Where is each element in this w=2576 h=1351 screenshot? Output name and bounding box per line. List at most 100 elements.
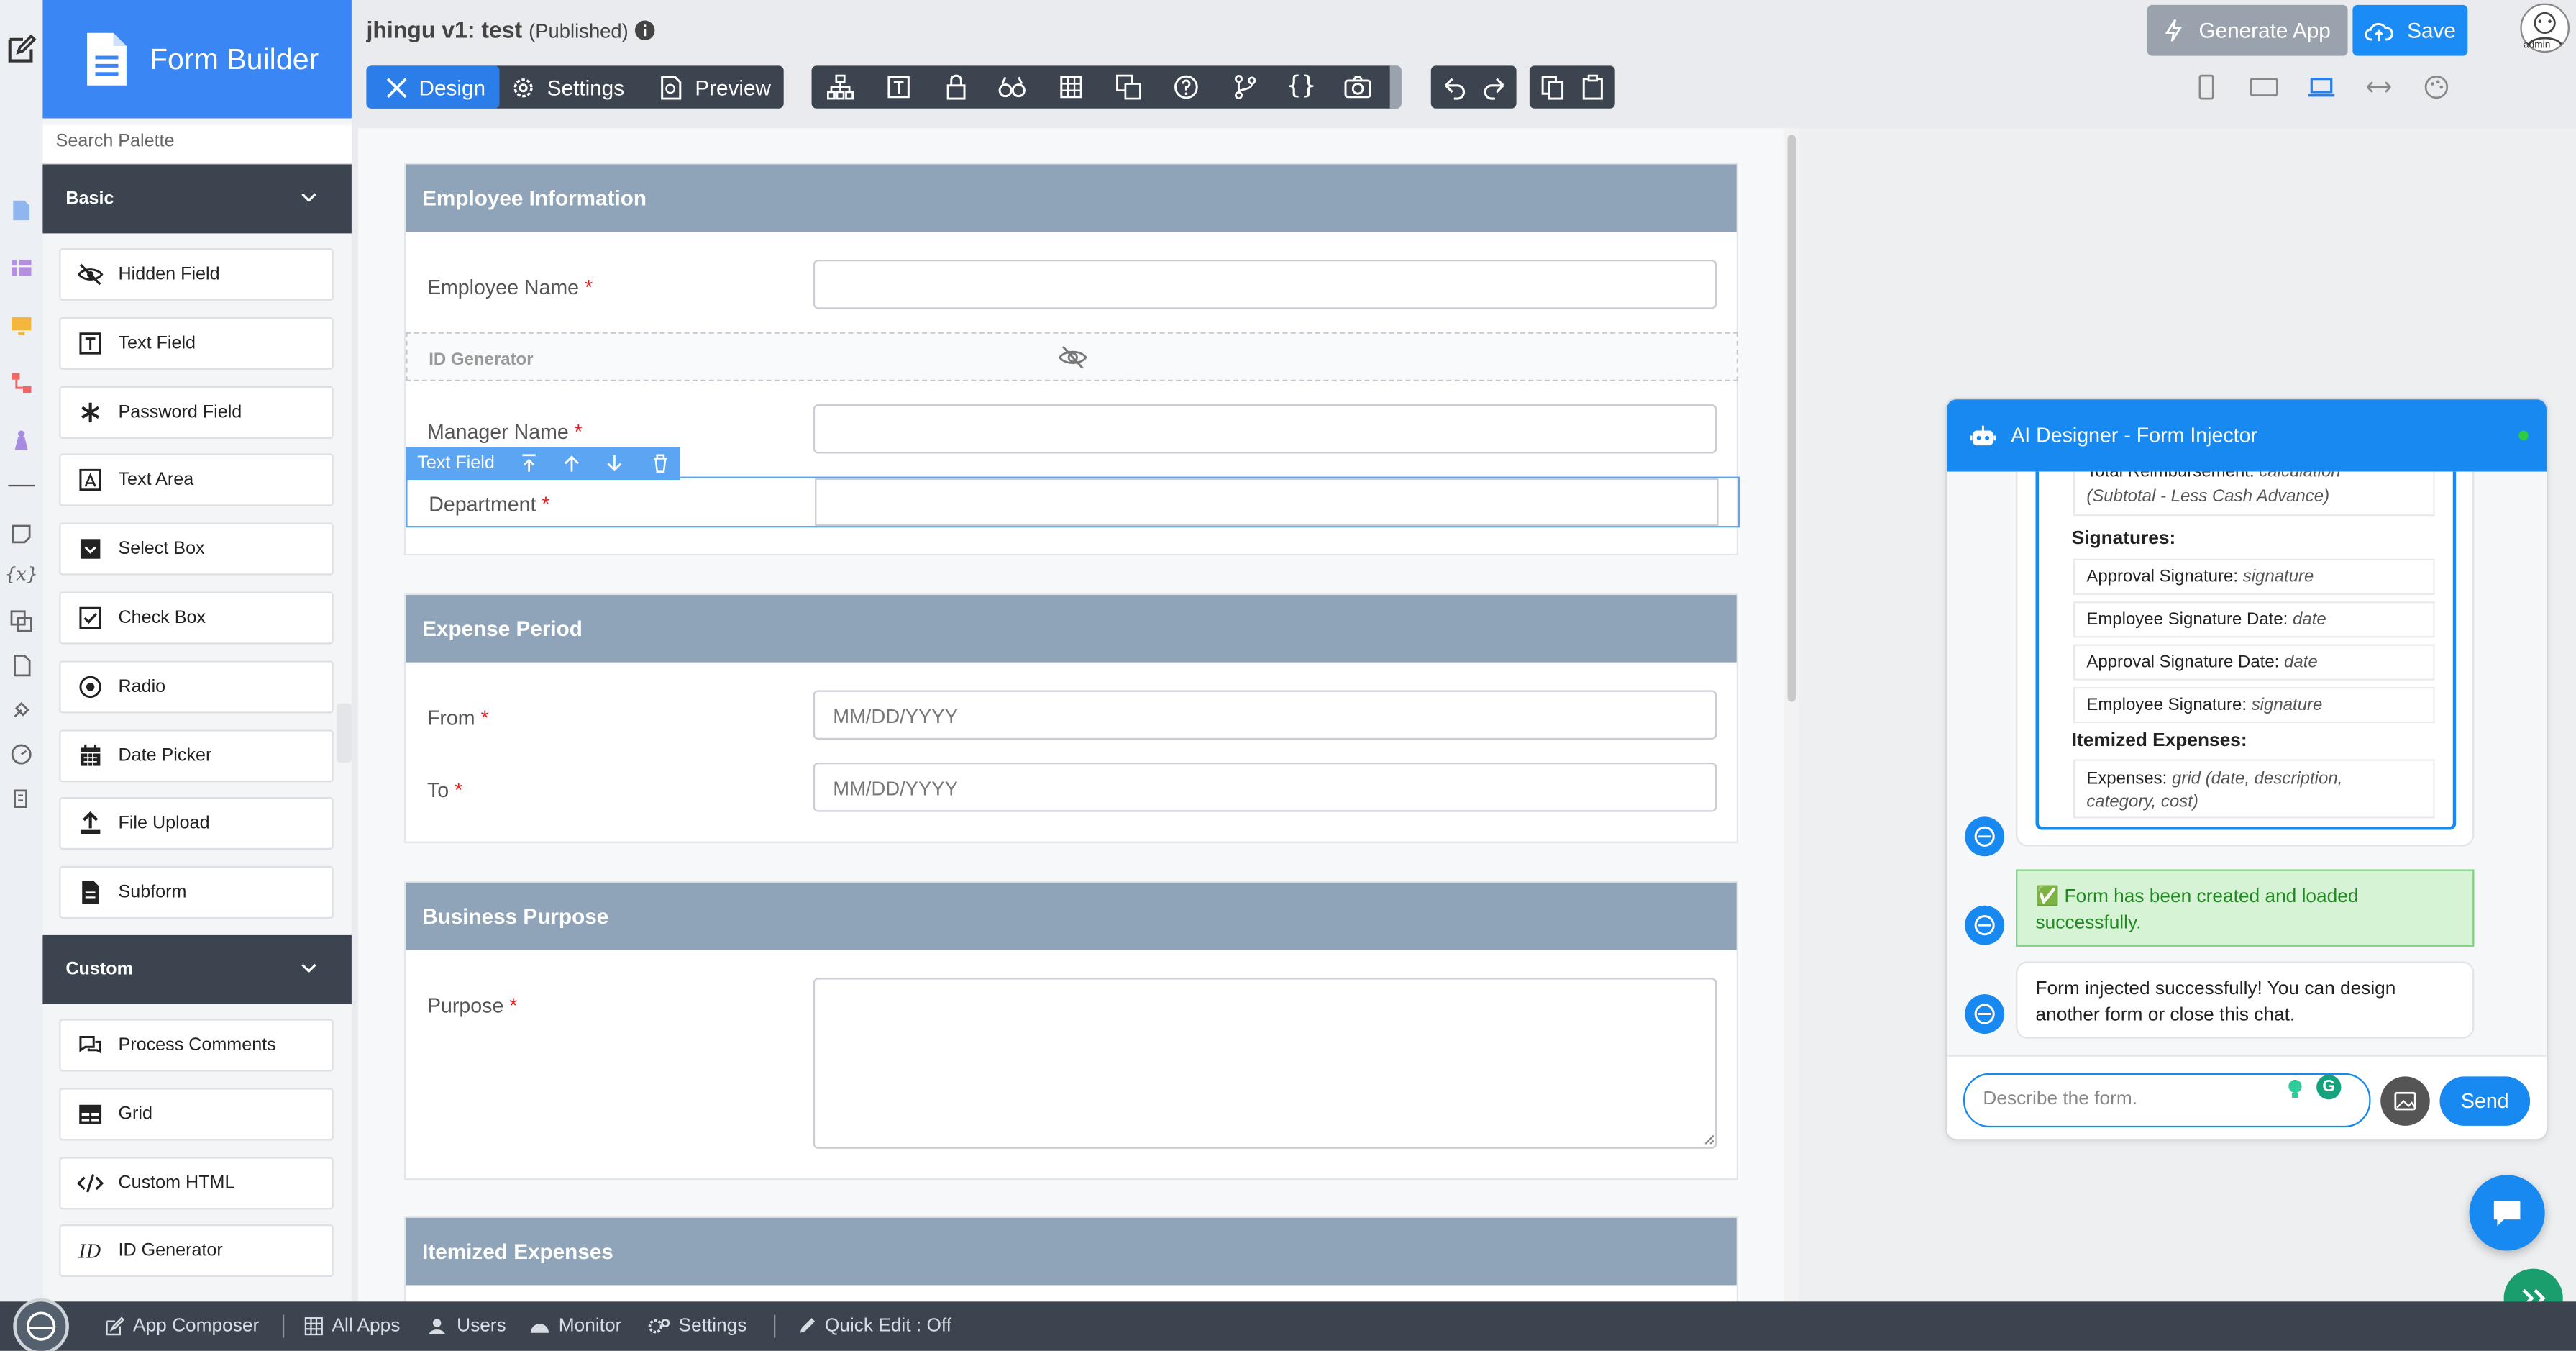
paste-icon[interactable] bbox=[1581, 74, 1607, 101]
palette-theme-icon[interactable] bbox=[2424, 74, 2450, 101]
palette-item-select-box[interactable]: Select Box bbox=[59, 522, 334, 576]
basic-section-header[interactable]: Basic bbox=[42, 164, 352, 234]
eye-slash-icon bbox=[1058, 345, 1087, 370]
branch-icon[interactable] bbox=[1232, 74, 1259, 101]
variable-icon[interactable]: {x} bbox=[5, 560, 38, 587]
preview-tab[interactable]: Preview bbox=[659, 65, 784, 108]
settings-tab[interactable]: Settings bbox=[511, 65, 642, 108]
from-date-input[interactable]: MM/DD/YYYY bbox=[813, 690, 1717, 740]
palette-item-radio[interactable]: Radio bbox=[59, 660, 334, 714]
palette-item-id-generator[interactable]: ID ID Generator bbox=[59, 1224, 334, 1278]
language-icon[interactable] bbox=[1115, 74, 1142, 101]
id-icon: ID bbox=[77, 1238, 104, 1265]
monitor-link[interactable]: Monitor bbox=[529, 1301, 621, 1351]
gauge-icon[interactable] bbox=[8, 741, 35, 768]
binoculars-icon[interactable] bbox=[997, 74, 1027, 101]
copy-icon[interactable] bbox=[1540, 74, 1566, 101]
describe-form-input[interactable]: Describe the form. bbox=[1963, 1073, 2371, 1128]
users-link[interactable]: Users bbox=[426, 1301, 506, 1351]
save-button[interactable]: Save bbox=[2352, 4, 2468, 56]
quick-edit-toggle[interactable]: Quick Edit : Off bbox=[797, 1301, 951, 1351]
chat-input-bar: Describe the form. G Send bbox=[1947, 1055, 2547, 1140]
laptop-view-icon[interactable] bbox=[2306, 74, 2336, 101]
translate-icon[interactable] bbox=[8, 608, 35, 634]
purpose-label: Purpose * bbox=[427, 994, 517, 1017]
upload-icon bbox=[77, 811, 104, 837]
grammarly-icon[interactable]: G bbox=[2316, 1075, 2342, 1100]
to-date-input[interactable]: MM/DD/YYYY bbox=[813, 763, 1717, 812]
table-icon[interactable] bbox=[8, 255, 35, 281]
flow-icon[interactable] bbox=[8, 370, 35, 396]
resize-handle-icon[interactable] bbox=[1704, 1134, 1715, 1145]
undo-icon[interactable] bbox=[1441, 74, 1468, 101]
toolbar-scroll-right[interactable] bbox=[1389, 65, 1402, 109]
lock-icon[interactable] bbox=[943, 74, 969, 101]
palette-item-grid[interactable]: Grid bbox=[59, 1087, 334, 1140]
all-apps-link[interactable]: All Apps bbox=[304, 1301, 400, 1351]
summary-row-total: Total Reimbursement: calculation (Subtot… bbox=[2073, 471, 2435, 517]
app-composer-link[interactable]: App Composer bbox=[105, 1301, 259, 1351]
attach-image-button[interactable] bbox=[2380, 1076, 2430, 1126]
employee-name-input[interactable] bbox=[813, 259, 1717, 309]
hierarchy-icon[interactable] bbox=[826, 74, 854, 101]
code-braces-icon[interactable]: {} bbox=[1287, 70, 1316, 100]
redo-icon[interactable] bbox=[1482, 74, 1509, 101]
basic-section-label: Basic bbox=[65, 188, 114, 209]
settings-link[interactable]: Settings bbox=[647, 1301, 746, 1351]
document-icon[interactable] bbox=[8, 786, 35, 812]
manager-name-input[interactable] bbox=[813, 404, 1717, 454]
field-label: Department bbox=[429, 493, 536, 517]
purpose-textarea[interactable] bbox=[813, 978, 1717, 1149]
row-type: signature bbox=[2242, 567, 2314, 587]
report-icon[interactable] bbox=[8, 652, 35, 679]
custom-section-header[interactable]: Custom bbox=[42, 934, 352, 1004]
form-icon[interactable] bbox=[8, 197, 35, 224]
full-width-icon[interactable] bbox=[2364, 74, 2393, 101]
palette-item-password-field[interactable]: Password Field bbox=[59, 385, 334, 439]
send-button[interactable]: Send bbox=[2439, 1076, 2531, 1126]
palette-search-input[interactable]: Search Palette bbox=[42, 124, 352, 165]
palette-item-label: Subform bbox=[118, 883, 187, 903]
edit-icon[interactable] bbox=[5, 33, 38, 66]
palette-item-subform[interactable]: Subform bbox=[59, 866, 334, 919]
palette-item-text-area[interactable]: Text Area bbox=[59, 454, 334, 507]
trash-icon[interactable] bbox=[651, 454, 670, 473]
palette-item-process-comments[interactable]: Process Comments bbox=[59, 1019, 334, 1072]
palette-item-date-picker[interactable]: Date Picker bbox=[59, 729, 334, 782]
palette-item-text-field[interactable]: Text Field bbox=[59, 317, 334, 370]
design-tab[interactable]: Design bbox=[366, 65, 500, 109]
design-tools-icon bbox=[385, 75, 409, 99]
id-generator-hidden-field[interactable]: ID Generator bbox=[406, 332, 1739, 382]
field-label: Manager Name bbox=[426, 420, 569, 444]
note-icon[interactable] bbox=[8, 521, 35, 547]
generate-app-button[interactable]: Generate App bbox=[2147, 4, 2348, 56]
table-grid-icon[interactable] bbox=[1058, 74, 1084, 101]
camera-icon[interactable] bbox=[1344, 74, 1372, 101]
platform-logo-icon[interactable] bbox=[13, 1298, 69, 1351]
info-icon[interactable] bbox=[635, 19, 657, 41]
builder-icon[interactable] bbox=[8, 427, 35, 454]
palette-collapse-handle[interactable] bbox=[337, 703, 352, 763]
department-field-selected[interactable]: Department * bbox=[406, 476, 1740, 528]
move-down-icon[interactable] bbox=[605, 454, 624, 473]
bottom-bar: App Composer All Apps Users Monitor Sett… bbox=[0, 1298, 2576, 1351]
monitor-icon[interactable] bbox=[8, 312, 35, 339]
text-box-icon[interactable] bbox=[885, 74, 912, 101]
signatures-header: Signatures: bbox=[2071, 529, 2176, 550]
palette-item-file-upload[interactable]: File Upload bbox=[59, 797, 334, 850]
plugin-icon[interactable] bbox=[8, 697, 35, 724]
chat-toggle-button[interactable] bbox=[2469, 1175, 2545, 1251]
tablet-view-icon[interactable] bbox=[2249, 74, 2278, 101]
canvas-scroll-thumb[interactable] bbox=[1787, 135, 1796, 702]
custom-section-label: Custom bbox=[65, 960, 133, 980]
lightbulb-icon[interactable] bbox=[2287, 1078, 2303, 1100]
palette-item-custom-html[interactable]: Custom HTML bbox=[59, 1156, 334, 1209]
move-up-icon[interactable] bbox=[562, 454, 581, 473]
palette-item-check-box[interactable]: Check Box bbox=[59, 591, 334, 645]
help-icon[interactable] bbox=[1173, 74, 1200, 101]
mobile-view-icon[interactable] bbox=[2195, 74, 2218, 101]
department-input[interactable] bbox=[815, 478, 1719, 527]
online-status-dot bbox=[2518, 430, 2529, 441]
move-top-icon[interactable] bbox=[519, 454, 539, 473]
palette-item-hidden-field[interactable]: Hidden Field bbox=[59, 247, 334, 301]
